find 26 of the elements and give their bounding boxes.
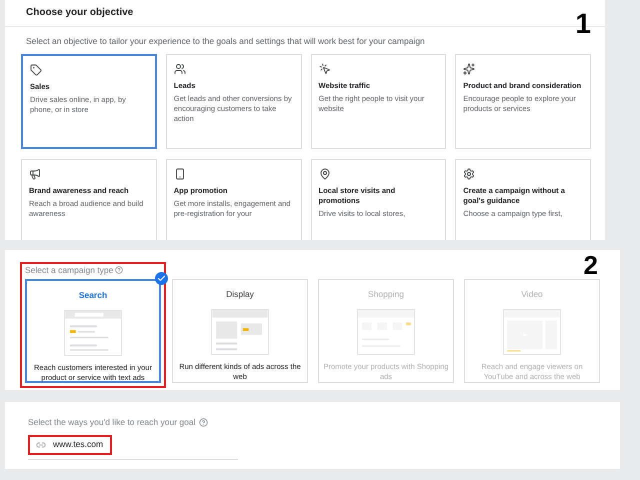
cursor-click-icon (318, 62, 330, 75)
step-number: 2 (584, 252, 598, 278)
tag-icon (30, 64, 42, 76)
card-title: Video (520, 288, 544, 300)
panel-description: Select an objective to tailor your experience to the goals and settings that will work best for your campaign (25, 35, 426, 48)
map-pin-icon (318, 168, 330, 180)
help-icon[interactable] (115, 266, 124, 274)
section-label: Select the ways you'd like to reach your goal (28, 416, 196, 429)
phone-icon (174, 168, 186, 180)
help-icon[interactable] (199, 418, 208, 427)
gear-icon (463, 168, 476, 180)
url-field[interactable]: www.tes.com (28, 434, 112, 455)
link-icon (36, 440, 46, 450)
step-number: 1 (575, 10, 591, 38)
people-icon (174, 62, 186, 75)
video-ad-drawing (503, 308, 561, 354)
search-ad-drawing (64, 310, 122, 356)
display-ad-drawing (211, 308, 269, 354)
megaphone-icon (29, 168, 41, 180)
card-title: Shopping (367, 288, 405, 300)
shopping-ad-drawing (357, 308, 415, 354)
card-title: Search (78, 288, 108, 302)
check-icon (155, 272, 168, 285)
section-label: Select a campaign type (25, 264, 114, 277)
card-title: Display (225, 288, 255, 300)
sparkle-icon (463, 62, 476, 75)
